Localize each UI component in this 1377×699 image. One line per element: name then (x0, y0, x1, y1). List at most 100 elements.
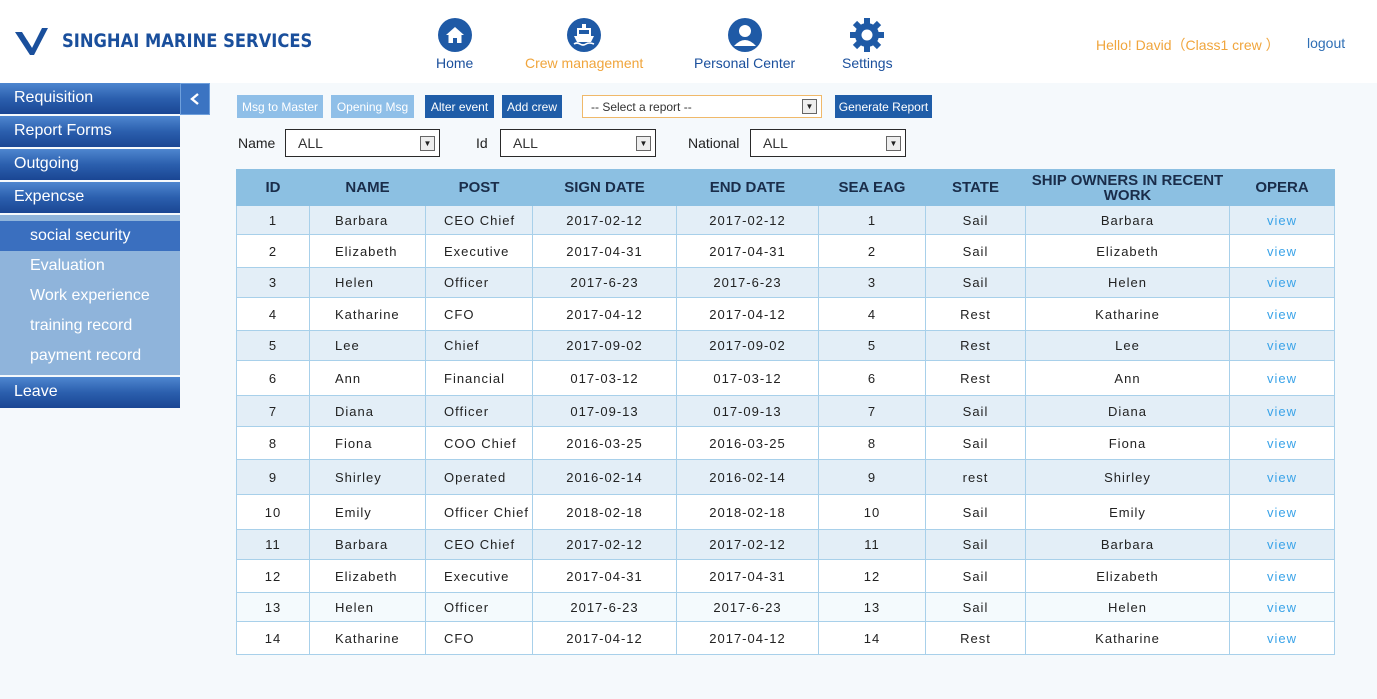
table-row[interactable]: 1 Barbara CEO Chief 2017-02-12 2017-02-12 1 Sa… (236, 205, 1335, 235)
table-row[interactable]: 4 Katharine CFO 2017-04-12 2017-04-12 4 Rest Ka… (236, 297, 1335, 331)
sidebar-item-outgoing[interactable]: Outgoing (0, 149, 180, 180)
home-icon (437, 18, 472, 52)
sidebar-item-requisition[interactable]: Requisition (0, 83, 180, 114)
cell-sea-eag: 4 (818, 297, 926, 331)
column-header-post[interactable]: POST (425, 169, 533, 206)
opening-msg-button[interactable]: Opening Msg (331, 95, 414, 118)
cell-id: 4 (236, 297, 310, 331)
view-link[interactable]: view (1229, 205, 1335, 235)
column-header-ship-owners[interactable]: SHIP OWNERS IN RECENT WORK (1025, 169, 1230, 206)
chevron-down-icon: ▼ (420, 135, 435, 151)
generate-report-button[interactable]: Generate Report (835, 95, 932, 118)
submenu-item-evaluation[interactable]: Evaluation (0, 251, 180, 281)
cell-name: Fiona (309, 426, 426, 460)
cell-end-date: 2017-6-23 (676, 267, 819, 298)
table-row[interactable]: 10 Emily Officer Chief 2018-02-18 2018-02-18… (236, 494, 1335, 530)
cell-sea-eag: 13 (818, 592, 926, 622)
cell-state: Sail (925, 426, 1026, 460)
id-filter-label: Id (476, 135, 488, 151)
report-select-value: -- Select a report -- (591, 99, 692, 114)
cell-ship-owner: Emily (1025, 494, 1230, 530)
table-row[interactable]: 12 Elizabeth Executive 2017-04-31 2017-04-31… (236, 559, 1335, 593)
table-row[interactable]: 2 Elizabeth Executive 2017-04-31 2017-04-31 2… (236, 234, 1335, 268)
cell-sign-date: 2016-02-14 (532, 459, 677, 495)
cell-sign-date: 2017-02-12 (532, 529, 677, 560)
nav-settings[interactable]: Settings (842, 18, 893, 71)
view-link[interactable]: view (1229, 494, 1335, 530)
cell-post: CFO (425, 621, 533, 655)
msg-to-master-button[interactable]: Msg to Master (237, 95, 323, 118)
national-filter-value: ALL (763, 135, 788, 151)
brand-name: SINGHAI MARINE SERVICES (62, 30, 313, 52)
chevron-down-icon: ▼ (886, 135, 901, 151)
top-header: SINGHAI MARINE SERVICES Home Crew manage… (0, 0, 1377, 83)
cell-state: Rest (925, 360, 1026, 396)
table-row[interactable]: 6 Ann Financial 017-03-12 017-03-12 6 Rest Ann v… (236, 360, 1335, 396)
crew-table: ID NAME POST SIGN DATE END DATE SEA EAG … (236, 169, 1335, 655)
cell-ship-owner: Fiona (1025, 426, 1230, 460)
report-select[interactable]: -- Select a report -- ▼ (582, 95, 822, 118)
view-link[interactable]: view (1229, 267, 1335, 298)
view-link[interactable]: view (1229, 529, 1335, 560)
submenu-item-social-security[interactable]: social security (0, 221, 180, 251)
view-link[interactable]: view (1229, 559, 1335, 593)
column-header-sign-date[interactable]: SIGN DATE (532, 169, 677, 206)
submenu-item-work-experience[interactable]: Work experience (0, 281, 180, 311)
submenu-item-training-record[interactable]: training record (0, 311, 180, 341)
cell-name: Diana (309, 395, 426, 427)
nav-home-label: Home (436, 55, 474, 71)
table-row[interactable]: 3 Helen Officer 2017-6-23 2017-6-23 3 Sail Hele… (236, 267, 1335, 298)
view-link[interactable]: view (1229, 330, 1335, 361)
view-link[interactable]: view (1229, 360, 1335, 396)
table-row[interactable]: 11 Barbara CEO Chief 2017-02-12 2017-02-12 11… (236, 529, 1335, 560)
cell-end-date: 2017-09-02 (676, 330, 819, 361)
sidebar-item-leave[interactable]: Leave (0, 377, 180, 408)
id-filter-select[interactable]: ALL ▼ (500, 129, 656, 157)
add-crew-button[interactable]: Add crew (502, 95, 562, 118)
national-filter-select[interactable]: ALL ▼ (750, 129, 906, 157)
view-link[interactable]: view (1229, 234, 1335, 268)
column-header-name[interactable]: NAME (309, 169, 426, 206)
cell-sign-date: 2017-02-12 (532, 205, 677, 235)
column-header-state[interactable]: STATE (925, 169, 1026, 206)
logout-link[interactable]: logout (1307, 35, 1345, 51)
column-header-id[interactable]: ID (236, 169, 310, 206)
view-link[interactable]: view (1229, 621, 1335, 655)
name-filter-select[interactable]: ALL ▼ (285, 129, 440, 157)
brand-logo[interactable]: SINGHAI MARINE SERVICES (14, 26, 353, 56)
cell-post: CFO (425, 297, 533, 331)
cell-sea-eag: 12 (818, 559, 926, 593)
cell-id: 1 (236, 205, 310, 235)
nav-crew-management[interactable]: Crew management (525, 18, 643, 71)
cell-state: Sail (925, 559, 1026, 593)
view-link[interactable]: view (1229, 395, 1335, 427)
sidebar-item-expense[interactable]: Expencse (0, 182, 180, 213)
cell-name: Helen (309, 592, 426, 622)
column-header-end-date[interactable]: END DATE (676, 169, 819, 206)
table-row[interactable]: 13 Helen Officer 2017-6-23 2017-6-23 13 Sail He… (236, 592, 1335, 622)
view-link[interactable]: view (1229, 426, 1335, 460)
sidebar-item-report-forms[interactable]: Report Forms (0, 116, 180, 147)
submenu-item-payment-record[interactable]: payment record (0, 341, 180, 371)
view-link[interactable]: view (1229, 297, 1335, 331)
cell-state: Sail (925, 529, 1026, 560)
nav-home[interactable]: Home (436, 18, 473, 71)
nav-settings-label: Settings (842, 55, 893, 71)
table-row[interactable]: 8 Fiona COO Chief 2016-03-25 2016-03-25 8 Sail… (236, 426, 1335, 460)
cell-name: Elizabeth (309, 234, 426, 268)
table-row[interactable]: 9 Shirley Operated 2016-02-14 2016-02-14 9 res… (236, 459, 1335, 495)
view-link[interactable]: view (1229, 459, 1335, 495)
table-row[interactable]: 7 Diana Officer 017-09-13 017-09-13 7 Sail Dian… (236, 395, 1335, 427)
cell-end-date: 2016-03-25 (676, 426, 819, 460)
table-row[interactable]: 14 Katharine CFO 2017-04-12 2017-04-12 14 Rest… (236, 621, 1335, 655)
column-header-sea-eag[interactable]: SEA EAG (818, 169, 926, 206)
alter-event-button[interactable]: Alter event (425, 95, 494, 118)
view-link[interactable]: view (1229, 592, 1335, 622)
column-header-opera[interactable]: OPERA (1229, 169, 1335, 206)
gear-icon (850, 18, 885, 52)
table-row[interactable]: 5 Lee Chief 2017-09-02 2017-09-02 5 Rest Lee vie… (236, 330, 1335, 361)
cell-end-date: 2017-04-12 (676, 621, 819, 655)
nav-personal-center[interactable]: Personal Center (694, 18, 795, 71)
cell-name: Ann (309, 360, 426, 396)
sidebar-collapse-button[interactable] (180, 83, 210, 115)
